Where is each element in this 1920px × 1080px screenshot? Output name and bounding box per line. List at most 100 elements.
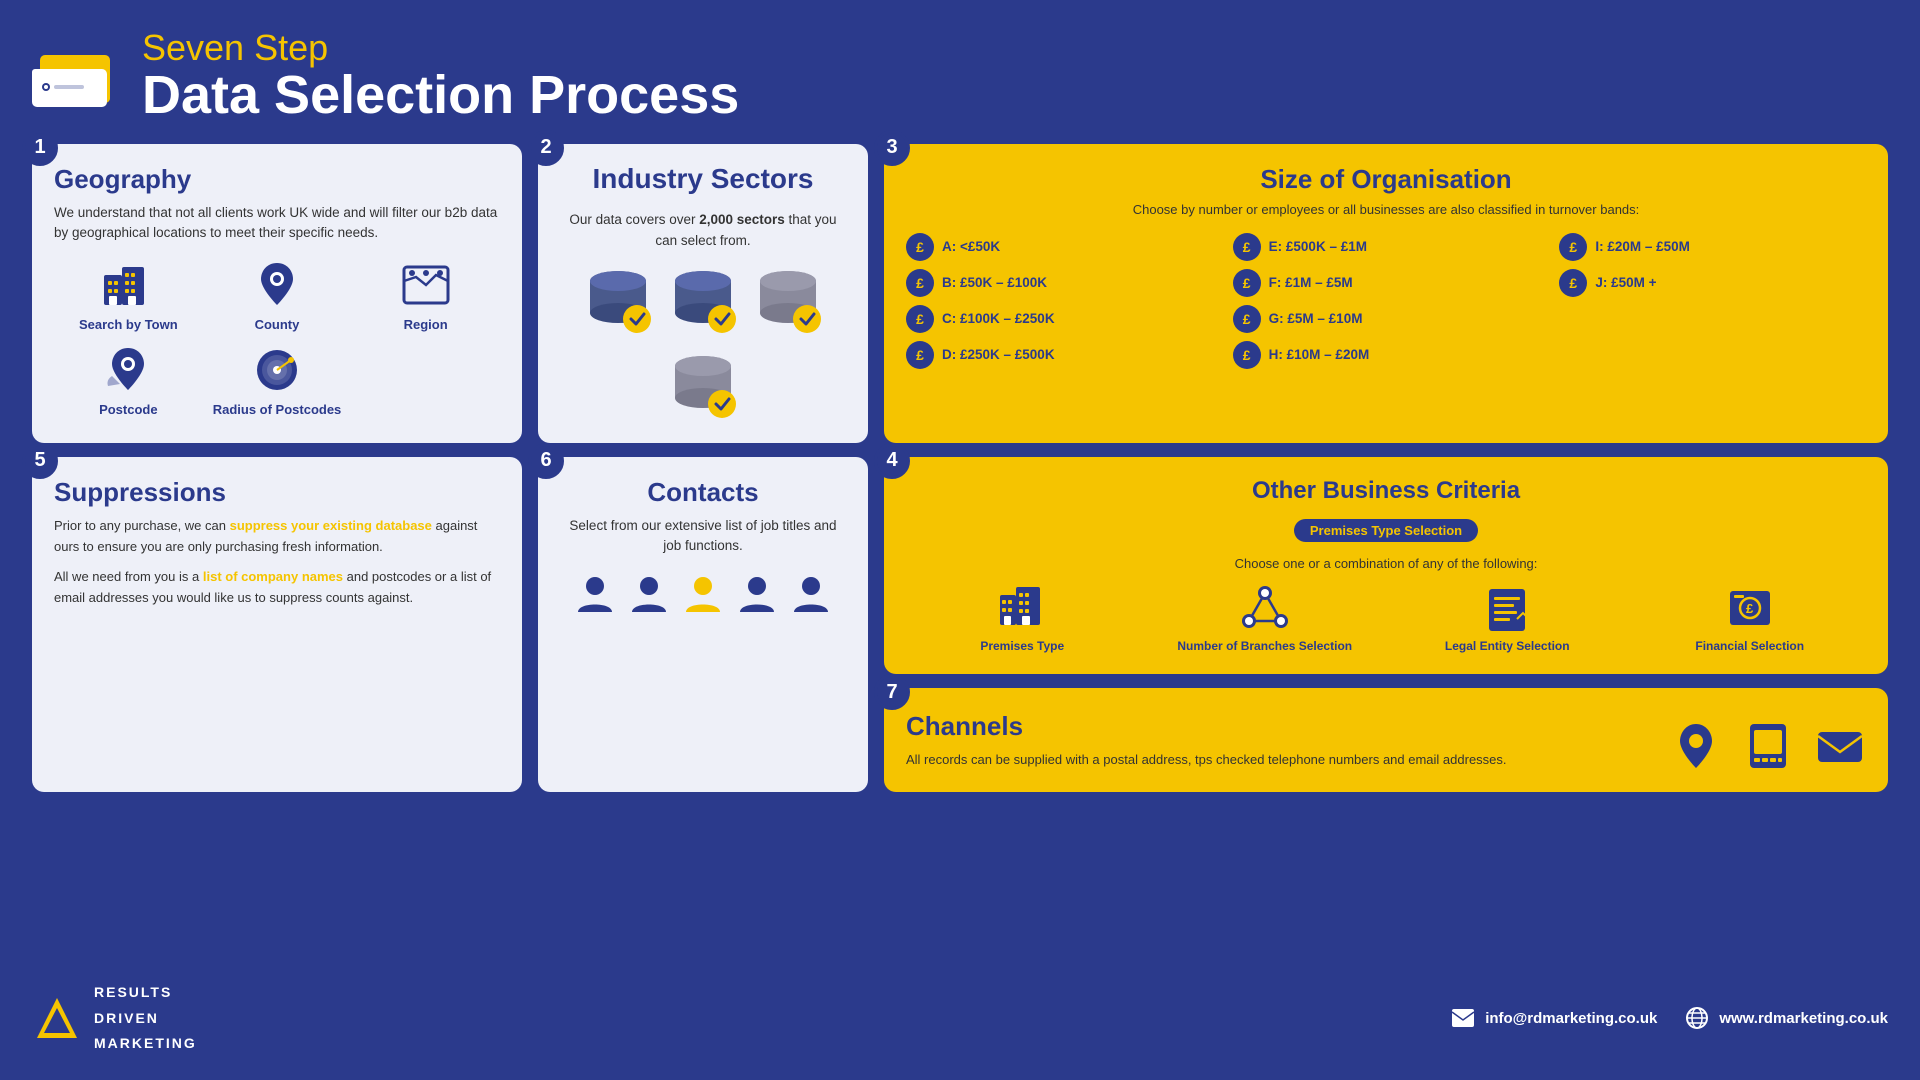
channels-title: Channels: [906, 711, 1507, 742]
building-icon: [100, 259, 156, 311]
db-icon-2: [666, 263, 741, 338]
footer-email-icon: [1451, 1008, 1475, 1028]
band-b: £ B: £50K – £100K: [906, 269, 1213, 297]
county-item: County: [203, 259, 352, 332]
premises-type-item: Premises Type: [906, 583, 1139, 655]
footer-logo: RESULTS DRIVEN MARKETING: [32, 980, 197, 1056]
band-a: £ A: <£50K: [906, 233, 1213, 261]
person-icon-3: [680, 572, 726, 618]
suppress-link-1: suppress your existing database: [230, 518, 432, 533]
contacts-description: Select from our extensive list of job ti…: [560, 516, 846, 557]
financial-item: £ Financial Selection: [1634, 583, 1867, 655]
region-label: Region: [404, 317, 448, 332]
industry-card: 2 Industry Sectors Our data covers over …: [538, 144, 868, 443]
pin-icon: [249, 259, 305, 311]
email-icon: [1814, 720, 1866, 772]
step-6-badge: 6: [528, 443, 564, 479]
db-icon-1: [581, 263, 656, 338]
band-d: £ D: £250K – £500K: [906, 341, 1213, 369]
industry-title: Industry Sectors: [560, 164, 846, 195]
person-icon-4: [734, 572, 780, 618]
footer-website: www.rdmarketing.co.uk: [1685, 1006, 1888, 1030]
financial-icon: £: [1724, 583, 1776, 633]
band-f: £ F: £1M – £5M: [1233, 269, 1540, 297]
obc-icons-row: Premises Type: [906, 583, 1866, 655]
obc-title: Other Business Criteria: [906, 477, 1866, 505]
obc-header: Other Business Criteria Premises Type Se…: [906, 477, 1866, 571]
logo-icon: [32, 35, 122, 115]
step-5-badge: 5: [22, 443, 58, 479]
geography-icons: Search by Town County: [54, 259, 500, 417]
telephone-icon: [1742, 720, 1794, 772]
band-empty-2: [1559, 341, 1866, 369]
branches-item: Number of Branches Selection: [1149, 583, 1382, 655]
postcode-label: Postcode: [99, 402, 158, 417]
geography-title: Geography: [54, 164, 500, 195]
step-1-badge: 1: [22, 130, 58, 166]
branches-icon: [1239, 583, 1291, 633]
header-title: Data Selection Process: [142, 68, 739, 122]
band-g: £ G: £5M – £10M: [1233, 305, 1540, 333]
suppressions-para2: All we need from you is a list of compan…: [54, 567, 500, 609]
location-icon: [1670, 720, 1722, 772]
content-area: 1 Geography We understand that not all c…: [32, 144, 1888, 965]
person-icon-5: [788, 572, 834, 618]
premises-building-icon: [996, 583, 1048, 633]
premises-badge: Premises Type Selection: [1294, 519, 1478, 542]
geography-card: 1 Geography We understand that not all c…: [32, 144, 522, 443]
header: Seven Step Data Selection Process: [32, 28, 1888, 122]
region-item: Region: [351, 259, 500, 332]
database-icons: [560, 263, 846, 423]
radius-item: Radius of Postcodes: [203, 344, 352, 417]
branches-label: Number of Branches Selection: [1177, 639, 1352, 655]
postcode-icon: [100, 344, 156, 396]
svg-text:£: £: [1746, 601, 1754, 616]
channel-icons: [1670, 720, 1866, 772]
size-subtitle: Choose by number or employees or all bus…: [906, 201, 1866, 219]
legal-entity-label: Legal Entity Selection: [1445, 639, 1570, 655]
search-by-town-label: Search by Town: [79, 317, 178, 332]
region-icon: [398, 259, 454, 311]
obc-card: 4 Other Business Criteria Premises Type …: [884, 457, 1888, 675]
person-icon-1: [572, 572, 618, 618]
band-h: £ H: £10M – £20M: [1233, 341, 1540, 369]
channels-card: 7 Channels All records can be supplied w…: [884, 688, 1888, 792]
size-card: 3 Size of Organisation Choose by number …: [884, 144, 1888, 443]
band-empty-1: [1559, 305, 1866, 333]
suppress-link-2: list of company names: [203, 569, 343, 584]
right-bottom-column: 4 Other Business Criteria Premises Type …: [884, 457, 1888, 793]
step-4-badge: 4: [874, 443, 910, 479]
size-bands-grid: £ A: <£50K £ E: £500K – £1M £ I: £20M – …: [906, 233, 1866, 369]
footer: RESULTS DRIVEN MARKETING info@rdmarketin…: [32, 964, 1888, 1056]
suppressions-card: 5 Suppressions Prior to any purchase, we…: [32, 457, 522, 793]
suppressions-para1: Prior to any purchase, we can suppress y…: [54, 516, 500, 558]
footer-email: info@rdmarketing.co.uk: [1451, 1008, 1657, 1028]
radius-icon: [249, 344, 305, 396]
contacts-card: 6 Contacts Select from our extensive lis…: [538, 457, 868, 793]
legal-icon: [1481, 583, 1533, 633]
person-icon-2: [626, 572, 672, 618]
suppressions-title: Suppressions: [54, 477, 500, 508]
rdm-logo-icon: [32, 993, 82, 1043]
header-text: Seven Step Data Selection Process: [142, 28, 739, 122]
step-7-badge: 7: [874, 674, 910, 710]
band-i: £ I: £20M – £50M: [1559, 233, 1866, 261]
contact-people-icons: [560, 572, 846, 618]
db-icon-3: [751, 263, 826, 338]
county-label: County: [255, 317, 300, 332]
premises-type-label: Premises Type: [980, 639, 1064, 655]
obc-subtitle: Choose one or a combination of any of th…: [906, 556, 1866, 571]
legal-entity-item: Legal Entity Selection: [1391, 583, 1624, 655]
top-row: 1 Geography We understand that not all c…: [32, 144, 1888, 443]
geography-description: We understand that not all clients work …: [54, 203, 500, 244]
db-icon-4: [666, 348, 741, 423]
step-3-badge: 3: [874, 130, 910, 166]
channels-description: All records can be supplied with a posta…: [906, 750, 1507, 771]
band-j: £ J: £50M +: [1559, 269, 1866, 297]
industry-description: Our data covers over 2,000 sectors that …: [560, 210, 846, 251]
band-c: £ C: £100K – £250K: [906, 305, 1213, 333]
footer-contact: info@rdmarketing.co.uk www.rdmarketing.c…: [1451, 1006, 1888, 1030]
band-e: £ E: £500K – £1M: [1233, 233, 1540, 261]
step-2-badge: 2: [528, 130, 564, 166]
search-by-town-item: Search by Town: [54, 259, 203, 332]
